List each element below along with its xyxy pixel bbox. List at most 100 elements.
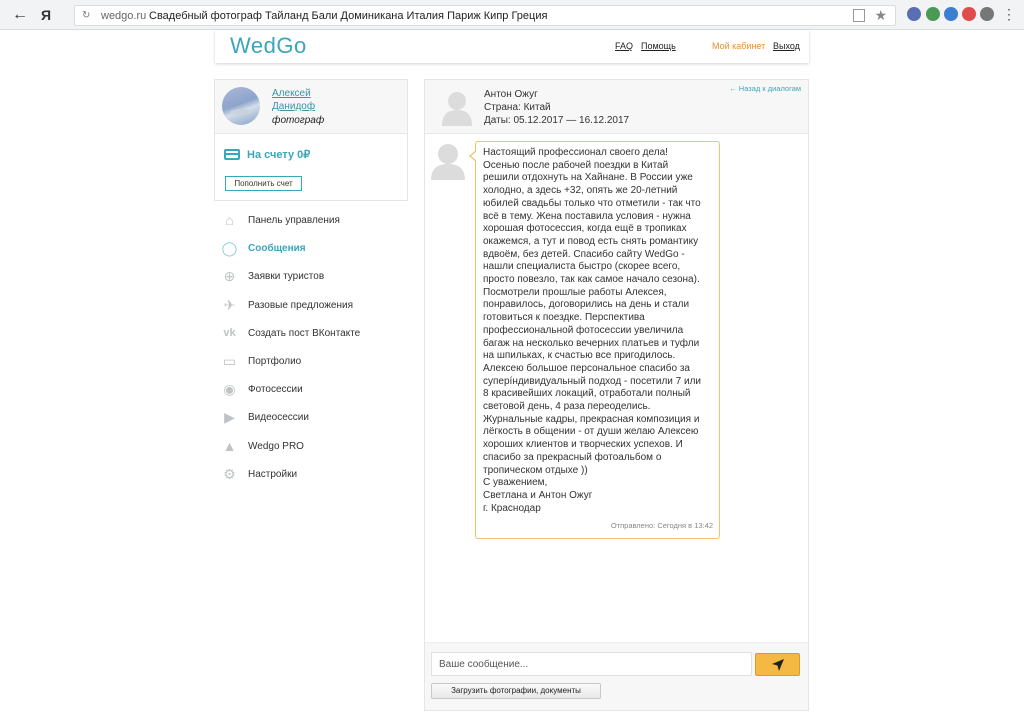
message-composer: Загрузить фотографии, документы bbox=[425, 642, 808, 710]
message-line: нашли специалиста быстро (скорее всего, bbox=[483, 261, 681, 273]
sidebar-item-label: Видеосессии bbox=[248, 412, 309, 424]
dialog-header: Антон Ожуг Страна: Китай Даты: 05.12.201… bbox=[425, 80, 808, 134]
reload-icon[interactable]: ↻ bbox=[82, 9, 94, 22]
globe-icon: ⊕ bbox=[223, 268, 236, 285]
profile-card: Алексей Данидоф фотограф На счету 0₽ Поп… bbox=[214, 79, 408, 201]
browser-toolbar: ← Я ↻ wedgo.ru Свадебный фотограф Тайлан… bbox=[0, 0, 1024, 30]
sidebar-item-label: Сообщения bbox=[248, 243, 306, 255]
message-line: Журнальные кадры, прекрасная композиция … bbox=[483, 413, 700, 425]
sidebar-item-vk-post[interactable]: vk Создать пост ВКонтакте bbox=[214, 320, 408, 348]
menu-dots-icon[interactable]: ⋮ bbox=[1002, 7, 1016, 21]
balance-text: На счету 0₽ bbox=[247, 149, 311, 161]
sidebar-item-label: Заявки туристов bbox=[248, 271, 325, 283]
message-text: Настоящий профессионал своего дела! Осень… bbox=[483, 147, 719, 515]
chat-icon: ◯ bbox=[221, 240, 238, 257]
sent-timestamp: Отправлено: Сегодня в 13:42 bbox=[610, 521, 713, 530]
user-silhouette-icon bbox=[442, 92, 472, 126]
sidebar-item-photosessions[interactable]: ◉ Фотосессии bbox=[214, 376, 408, 404]
extension-icon[interactable] bbox=[926, 7, 940, 21]
message-line: юбилей свадьбы только что отметили - так… bbox=[483, 197, 701, 209]
logout-link[interactable]: Выход bbox=[773, 41, 800, 52]
extension-icon[interactable] bbox=[944, 7, 958, 21]
camera-icon: ◉ bbox=[223, 381, 236, 398]
send-button[interactable] bbox=[755, 653, 800, 676]
message-line: Посмотрели прошлые работы Алексея, bbox=[483, 286, 667, 298]
message-line: всё в тему. Жена поставила условия - нуж… bbox=[483, 210, 691, 222]
reader-mode-icon[interactable] bbox=[853, 9, 865, 22]
message-line: тропическом отдыхе )) bbox=[483, 464, 588, 476]
message-line: 8 красивейших локаций, отработали полный bbox=[483, 388, 691, 400]
avatar[interactable] bbox=[222, 87, 260, 125]
message-line: готовиться к поездке. Перспектива bbox=[483, 312, 645, 324]
message-line: понравилось, договорились на день и стал… bbox=[483, 299, 690, 311]
profile-last-name[interactable]: Данидоф bbox=[272, 101, 315, 113]
extension-icon[interactable] bbox=[962, 7, 976, 21]
sidebar-item-label: Создать пост ВКонтакте bbox=[248, 327, 361, 339]
message-line: лёгкость в общении - от души желаю Алекс… bbox=[483, 426, 699, 438]
message-line: Осенью после рабочей поездки в Китай bbox=[483, 159, 669, 171]
message-line: Алексею большое персональное спасибо за bbox=[483, 362, 690, 374]
sidebar-item-label: Панель управления bbox=[248, 215, 340, 226]
sidebar-item-messages[interactable]: ◯ Сообщения bbox=[214, 235, 408, 263]
interlocutor-country: Страна: Китай bbox=[484, 102, 551, 113]
upload-files-button[interactable]: Загрузить фотографии, документы bbox=[431, 683, 601, 699]
sidebar-item-tourist-requests[interactable]: ⊕ Заявки туристов bbox=[214, 263, 408, 291]
extension-icon[interactable] bbox=[907, 7, 921, 21]
extension-icon[interactable] bbox=[980, 7, 994, 21]
profile-role: фотограф bbox=[272, 115, 325, 126]
sidebar-item-dashboard[interactable]: ⌂ Панель управления bbox=[214, 207, 408, 235]
message-bubble: Настоящий профессионал своего дела! Осень… bbox=[469, 141, 720, 539]
sidebar-item-label: Портфолио bbox=[248, 355, 302, 367]
briefcase-icon: ▭ bbox=[222, 352, 237, 369]
plane-icon: ✈ bbox=[223, 296, 236, 313]
address-url: wedgo.ru bbox=[101, 10, 147, 22]
message-line: С уважением, bbox=[483, 477, 548, 489]
sidebar-item-label: Разовые предложения bbox=[248, 299, 353, 311]
user-silhouette-icon bbox=[431, 144, 465, 180]
home-icon: ⌂ bbox=[225, 212, 234, 228]
vk-icon: vk bbox=[223, 326, 236, 339]
message-line: световой день, 4 раза переоделись. bbox=[483, 401, 651, 413]
address-page-title: Свадебный фотограф Тайланд Бали Доминика… bbox=[149, 10, 548, 22]
bookmark-star-icon[interactable]: ★ bbox=[874, 7, 887, 24]
wedgo-logo[interactable]: WedGo bbox=[230, 33, 307, 59]
help-link[interactable]: Помощь bbox=[641, 41, 676, 52]
message-input[interactable] bbox=[431, 652, 752, 676]
back-arrow-icon[interactable]: ← bbox=[10, 6, 30, 24]
sidebar-item-videosessions[interactable]: ▶ Видеосессии bbox=[214, 404, 408, 432]
message-line: вдвоём, без детей. Спасибо сайту WedGo - bbox=[483, 248, 685, 260]
gear-icon: ⚙ bbox=[223, 465, 236, 482]
message-line: на шпильках, к счастью все пригодилось. bbox=[483, 350, 676, 362]
message-line: г. Краснодар bbox=[483, 502, 541, 514]
message-line: Настоящий профессионал своего дела! bbox=[483, 147, 668, 158]
message-line: багаж на несколько вечерних платьев и ту… bbox=[483, 337, 700, 349]
interlocutor-name: Антон Ожуг bbox=[484, 89, 538, 100]
profile-first-name[interactable]: Алексей bbox=[272, 88, 311, 100]
sidebar-menu: ⌂ Панель управления ◯ Сообщения ⊕ Заявки… bbox=[214, 207, 408, 489]
sidebar-item-wedgo-pro[interactable]: ▲ Wedgo PRO bbox=[214, 433, 408, 461]
topup-button[interactable]: Пополнить счет bbox=[225, 176, 302, 191]
message-line: профессиональной фотосессии увеличила bbox=[483, 324, 684, 336]
sidebar-item-label: Wedgo PRO bbox=[248, 440, 304, 452]
sidebar-item-settings[interactable]: ⚙ Настройки bbox=[214, 461, 408, 489]
back-to-dialogs-link[interactable]: ← Назад к диалогам bbox=[729, 84, 801, 93]
sidebar-item-label: Настройки bbox=[248, 468, 298, 480]
yandex-icon[interactable]: Я bbox=[36, 6, 56, 24]
message-line: хороших клиентов и творческих успехов. И bbox=[483, 439, 683, 451]
message-line: холодно, а здесь +32, опять же 20-летний bbox=[483, 185, 678, 197]
sidebar-item-label: Фотосессии bbox=[248, 384, 303, 396]
graduation-cap-icon: ▲ bbox=[222, 437, 237, 454]
my-cabinet-link[interactable]: Мой кабинет bbox=[712, 41, 765, 52]
trip-dates: Даты: 05.12.2017 — 16.12.2017 bbox=[484, 115, 630, 126]
message-line: окажемся, а тут и повод есть снять роман… bbox=[483, 235, 699, 247]
sidebar-item-offers[interactable]: ✈ Разовые предложения bbox=[214, 292, 408, 320]
message-line: решили отдохнуть на Хайнане. В России уж… bbox=[483, 172, 693, 184]
address-bar[interactable]: ↻ wedgo.ru Свадебный фотограф Тайланд Ба… bbox=[74, 5, 896, 26]
dialog-panel: Антон Ожуг Страна: Китай Даты: 05.12.201… bbox=[424, 79, 809, 711]
message-line: суперíндивидуальный подход - посетили 7 … bbox=[483, 375, 702, 387]
faq-link[interactable]: FAQ bbox=[615, 41, 633, 52]
message-line: просто повезло, так как самое начало сез… bbox=[483, 274, 700, 286]
profile-header: Алексей Данидоф фотограф bbox=[215, 80, 407, 134]
sidebar-item-portfolio[interactable]: ▭ Портфолио bbox=[214, 348, 408, 376]
site-header: WedGo FAQ Помощь Мой кабинет Выход bbox=[215, 30, 809, 63]
